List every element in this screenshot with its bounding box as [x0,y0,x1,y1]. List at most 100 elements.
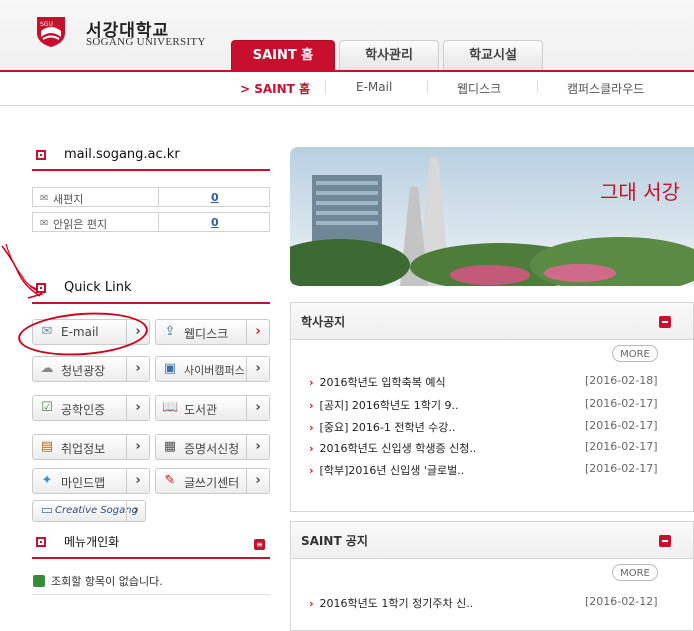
quick-link-cyber-campus-button[interactable]: ▣ 사이버캠퍼스 › [155,356,270,382]
tab-school-facilities[interactable]: 학교시설 [443,40,543,71]
notice-item[interactable]: › 2016학년도 1학기 정기주차 신.. [309,595,473,611]
chat-icon: ☁ [40,361,54,376]
notice-title: 2016학년도 신입생 학생증 신청.. [319,442,477,455]
chevron-right-icon: › [246,469,269,493]
quick-link-label: 도서관 [184,403,218,417]
notice-date: [2016-02-17] [585,419,658,432]
svg-text:SGU: SGU [40,21,53,28]
saint-notice-title[interactable]: SAINT 공지 [301,532,368,549]
notice-title: [학부]2016년 신입생 '글로벌.. [319,464,465,477]
notice-date: [2016-02-17] [585,440,658,453]
arrow-bullet-icon: › [309,597,314,610]
chevron-right-icon: › [246,396,269,420]
chevron-right-icon: › [126,357,149,381]
notice-title: [중요] 2016-1 전학년 수강.. [319,421,456,434]
quick-link-writing-center-button[interactable]: ✎ 글쓰기센터 › [155,468,270,494]
chevron-right-icon: › [246,435,269,459]
subnav-divider [427,80,428,93]
subnav-saint-home[interactable]: > SAINT 홈 [240,80,310,97]
arrow-bullet-icon: › [309,421,314,434]
section-bullet-icon [36,537,46,547]
divider [32,594,270,595]
academic-notice-title[interactable]: 학사공지 [301,313,345,330]
chevron-right-icon: › [126,501,145,521]
quick-link-label: 증명서신청 [184,442,240,456]
quick-link-label: 청년광장 [61,364,106,378]
subnav-email[interactable]: E-Mail [356,80,392,94]
notice-item[interactable]: › 2016학년도 입학축복 예식 [309,374,446,390]
collapse-icon[interactable] [659,535,671,547]
chevron-right-icon: › [126,469,149,493]
subnav-campus-cloud[interactable]: 캠퍼스클라우드 [567,80,644,97]
chevron-right-icon: › [246,357,269,381]
arrow-bullet-icon: › [309,464,314,477]
quick-link-youth-square-button[interactable]: ☁ 청년광장 › [32,356,150,382]
chevron-right-icon: › [126,396,149,420]
quick-link-job-info-button[interactable]: ▤ 취업정보 › [32,434,150,460]
academic-notice-more-button[interactable]: MORE [612,345,658,362]
sogang-logo-icon[interactable]: SGU [33,13,69,49]
notice-item[interactable]: › [공지] 2016학년도 1학기 9.. [309,397,458,413]
info-icon [33,575,45,587]
certificate-icon: ☑ [41,400,53,415]
brand-name-en: SOGANG UNIVERSITY [86,36,206,48]
quick-link-creative-sogang-button[interactable]: ▭ Creative Sogang › [32,500,146,522]
campus-photo-illustration [290,147,694,286]
subnav-webdisk[interactable]: 웹디스크 [457,80,501,97]
notice-title: 2016학년도 입학축복 예식 [319,376,446,389]
arrow-bullet-icon: › [309,442,314,455]
quick-link-label: 글쓰기센터 [184,476,240,490]
cell-divider [158,188,159,206]
new-mail-row[interactable]: ✉ 새편지 0 [32,187,270,207]
notice-title: 2016학년도 1학기 정기주차 신.. [319,597,474,610]
unread-mail-row[interactable]: ✉ 안읽은 편지 0 [32,212,270,232]
document-icon: ▦ [163,439,177,454]
notice-date: [2016-02-18] [585,374,658,387]
chevron-right-icon: › [246,320,269,344]
section-bullet-icon [36,150,46,160]
quick-link-certificate-request-button[interactable]: ▦ 증명서신청 › [155,434,270,460]
notice-date: [2016-02-17] [585,397,658,410]
saint-notice-more-button[interactable]: MORE [612,564,658,581]
quick-link-label: 마인드맵 [61,476,106,490]
subnav-divider [325,80,326,93]
handwritten-arrow-annotation [1,243,44,299]
mail-section-title[interactable]: mail.sogang.ac.kr [64,147,180,162]
envelope-icon: ✉ [40,218,49,229]
campus-banner-image[interactable] [290,147,694,286]
tab-academic-management[interactable]: 학사관리 [339,40,439,71]
notice-title: [공지] 2016학년도 1학기 9.. [319,399,459,412]
unread-mail-label: 안읽은 편지 [53,218,108,231]
quick-link-mindmap-button[interactable]: ✦ 마인드맵 › [32,468,150,494]
settings-icon[interactable]: ≡ [254,539,265,550]
tab-saint-home[interactable]: SAINT 홈 [231,40,335,71]
pencil-icon: ✎ [164,473,176,488]
notice-item[interactable]: › 2016학년도 신입생 학생증 신청.. [309,440,476,456]
quick-link-label: 사이버캠퍼스 [184,364,245,377]
red-ink-circle-annotation [16,308,150,360]
new-mail-count[interactable]: 0 [211,191,219,204]
quick-link-library-button[interactable]: 📖 도서관 › [155,395,270,421]
quick-link-engineering-cert-button[interactable]: ☑ 공학인증 › [32,395,150,421]
notice-date: [2016-02-12] [585,595,658,608]
mindmap-icon: ✦ [41,473,53,488]
notice-item[interactable]: › [중요] 2016-1 전학년 수강.. [309,419,455,435]
quick-link-label: 웹디스크 [184,327,229,341]
quick-link-title: Quick Link [64,280,132,295]
upload-icon: ⇪ [164,324,176,339]
menu-personalize-title: 메뉴개인화 [64,535,120,549]
quick-link-webdisk-button[interactable]: ⇪ 웹디스크 › [155,319,270,345]
chevron-right-icon: › [126,435,149,459]
section-divider [32,302,270,304]
section-bullet-icon [36,283,46,293]
notice-date: [2016-02-17] [585,462,658,475]
quick-link-label: 공학인증 [61,403,106,417]
briefcase-icon: ▤ [40,439,54,454]
unread-mail-count[interactable]: 0 [211,216,219,229]
collapse-icon[interactable] [659,316,671,328]
notice-item[interactable]: › [학부]2016년 신입생 '글로벌.. [309,462,464,478]
arrow-bullet-icon: › [309,399,314,412]
panel-header [291,303,693,340]
menu-empty-message: 조회할 항목이 없습니다. [51,575,163,588]
banner-slogan: 그대 서강 [600,180,680,204]
